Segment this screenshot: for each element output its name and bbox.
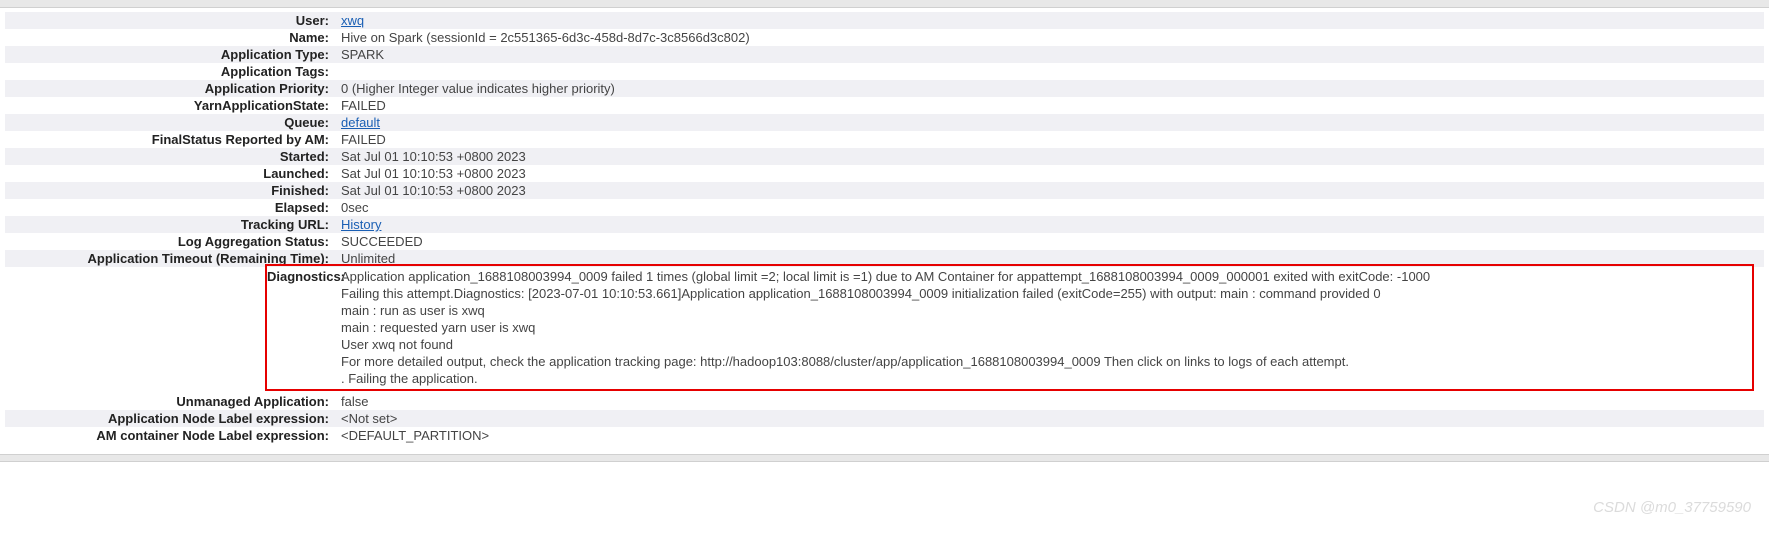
row-app-tags: Application Tags:: [5, 63, 1764, 80]
label-app-type: Application Type:: [5, 46, 335, 63]
app-details-table: User: xwq Name: Hive on Spark (sessionId…: [0, 12, 1769, 444]
label-elapsed: Elapsed:: [5, 199, 335, 216]
label-launched: Launched:: [5, 165, 335, 182]
value-tracking-url-link[interactable]: History: [341, 217, 381, 232]
label-yarn-state: YarnApplicationState:: [5, 97, 335, 114]
label-unmanaged: Unmanaged Application:: [5, 393, 335, 410]
label-app-tags: Application Tags:: [5, 63, 335, 80]
label-final-status: FinalStatus Reported by AM:: [5, 131, 335, 148]
label-finished: Finished:: [5, 182, 335, 199]
row-name: Name: Hive on Spark (sessionId = 2c55136…: [5, 29, 1764, 46]
row-am-node-label: AM container Node Label expression: <DEF…: [5, 427, 1764, 444]
row-app-node-label: Application Node Label expression: <Not …: [5, 410, 1764, 427]
label-user: User:: [5, 12, 335, 29]
value-name: Hive on Spark (sessionId = 2c551365-6d3c…: [335, 29, 1764, 46]
value-finished: Sat Jul 01 10:10:53 +0800 2023: [335, 182, 1764, 199]
row-yarn-state: YarnApplicationState: FAILED: [5, 97, 1764, 114]
watermark-text: CSDN @m0_37759590: [1593, 499, 1751, 516]
row-final-status: FinalStatus Reported by AM: FAILED: [5, 131, 1764, 148]
value-yarn-state: FAILED: [335, 97, 1764, 114]
row-app-priority: Application Priority: 0 (Higher Integer …: [5, 80, 1764, 97]
value-unmanaged: false: [335, 393, 1764, 410]
row-unmanaged: Unmanaged Application: false: [5, 393, 1764, 410]
label-app-priority: Application Priority:: [5, 80, 335, 97]
value-elapsed: 0sec: [335, 199, 1764, 216]
row-tracking-url: Tracking URL: History: [5, 216, 1764, 233]
row-started: Started: Sat Jul 01 10:10:53 +0800 2023: [5, 148, 1764, 165]
label-name: Name:: [5, 29, 335, 46]
value-log-agg: SUCCEEDED: [335, 233, 1764, 250]
row-elapsed: Elapsed: 0sec: [5, 199, 1764, 216]
label-tracking-url: Tracking URL:: [5, 216, 335, 233]
row-user: User: xwq: [5, 12, 1764, 29]
row-finished: Finished: Sat Jul 01 10:10:53 +0800 2023: [5, 182, 1764, 199]
value-queue-link[interactable]: default: [341, 115, 380, 130]
label-started: Started:: [5, 148, 335, 165]
row-log-agg: Log Aggregation Status: SUCCEEDED: [5, 233, 1764, 250]
value-app-type: SPARK: [335, 46, 1764, 63]
row-app-type: Application Type: SPARK: [5, 46, 1764, 63]
label-am-node-label: AM container Node Label expression:: [5, 427, 335, 444]
row-queue: Queue: default: [5, 114, 1764, 131]
label-log-agg: Log Aggregation Status:: [5, 233, 335, 250]
section-separator: [0, 454, 1769, 462]
label-diagnostics: Diagnostics:: [267, 268, 335, 285]
value-started: Sat Jul 01 10:10:53 +0800 2023: [335, 148, 1764, 165]
value-am-node-label: <DEFAULT_PARTITION>: [335, 427, 1764, 444]
value-final-status: FAILED: [335, 131, 1764, 148]
value-app-priority: 0 (Higher Integer value indicates higher…: [335, 80, 1764, 97]
value-user-link[interactable]: xwq: [341, 13, 364, 28]
value-launched: Sat Jul 01 10:10:53 +0800 2023: [335, 165, 1764, 182]
value-app-node-label: <Not set>: [335, 410, 1764, 427]
row-launched: Launched: Sat Jul 01 10:10:53 +0800 2023: [5, 165, 1764, 182]
top-separator: [0, 0, 1769, 8]
diagnostics-highlight-box: Diagnostics: Application application_168…: [265, 264, 1754, 391]
label-queue: Queue:: [5, 114, 335, 131]
value-diagnostics: Application application_1688108003994_00…: [335, 268, 1752, 387]
label-app-node-label: Application Node Label expression:: [5, 410, 335, 427]
